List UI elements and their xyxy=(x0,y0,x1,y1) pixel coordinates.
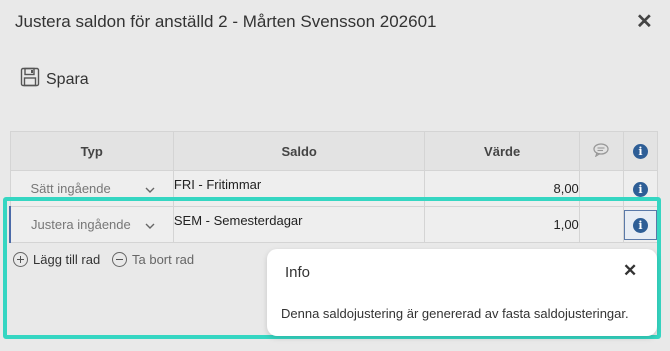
dialog: Justera saldon för anställd 2 - Mårten S… xyxy=(0,0,670,351)
col-header-typ[interactable]: Typ xyxy=(9,131,174,171)
add-row-label: Lägg till rad xyxy=(33,252,101,267)
table-header-row: Typ Saldo Värde i xyxy=(9,131,659,171)
comment-cell[interactable] xyxy=(578,170,624,207)
typ-select[interactable]: Justera ingående xyxy=(8,206,174,243)
remove-row-label: Ta bort rad xyxy=(132,252,195,267)
close-icon[interactable]: ✕ xyxy=(636,9,653,34)
saldo-value: SEM - Semesterdagar xyxy=(173,213,303,228)
add-circle-icon xyxy=(13,252,28,267)
chevron-down-icon xyxy=(145,217,155,232)
info-popup: Info ✕ Denna saldojustering är genererad… xyxy=(267,249,657,336)
table-row[interactable]: Justera ingående SEM - Semesterdagar 1,0… xyxy=(8,206,659,243)
typ-select[interactable]: Sätt ingående xyxy=(9,170,174,207)
comment-cell[interactable] xyxy=(578,206,624,243)
info-icon[interactable]: i xyxy=(632,181,648,197)
add-row-button[interactable]: Lägg till rad xyxy=(13,252,100,267)
info-button-selected[interactable]: i xyxy=(623,209,657,240)
save-icon xyxy=(20,67,40,92)
popup-message: Denna saldojustering är genererad av fas… xyxy=(281,306,629,321)
col-header-varde[interactable]: Värde xyxy=(424,131,580,171)
comment-icon xyxy=(593,142,609,160)
table-row[interactable]: Sätt ingående FRI - Fritimmar 8,00 i xyxy=(9,170,659,207)
saldo-cell[interactable]: SEM - Semesterdagar xyxy=(172,206,426,243)
dialog-title: Justera saldon för anställd 2 - Mårten S… xyxy=(15,12,437,31)
saldo-cell[interactable]: FRI - Fritimmar xyxy=(172,170,426,207)
popup-title: Info xyxy=(285,264,311,281)
col-header-info: i xyxy=(622,131,659,171)
save-label: Spara xyxy=(46,70,89,88)
info-icon: i xyxy=(632,144,648,159)
saldo-value: FRI - Fritimmar xyxy=(173,177,262,192)
varde-cell[interactable]: 8,00 xyxy=(424,170,580,207)
typ-value: Justera ingående xyxy=(31,217,131,232)
chevron-down-icon xyxy=(145,181,155,196)
typ-value: Sätt ingående xyxy=(30,181,111,196)
remove-row-button[interactable]: Ta bort rad xyxy=(112,252,194,267)
col-header-comment xyxy=(578,131,624,171)
close-icon[interactable]: ✕ xyxy=(623,261,637,281)
remove-circle-icon xyxy=(112,252,127,267)
info-cell[interactable]: i xyxy=(622,170,659,207)
balance-table: Typ Saldo Värde i Sätt ingående FRI - Fr… xyxy=(8,131,659,243)
varde-cell[interactable]: 1,00 xyxy=(424,206,580,243)
info-icon: i xyxy=(632,217,648,233)
info-cell[interactable]: i xyxy=(622,206,659,243)
col-header-saldo[interactable]: Saldo xyxy=(172,131,426,171)
save-button[interactable]: Spara xyxy=(20,67,89,92)
